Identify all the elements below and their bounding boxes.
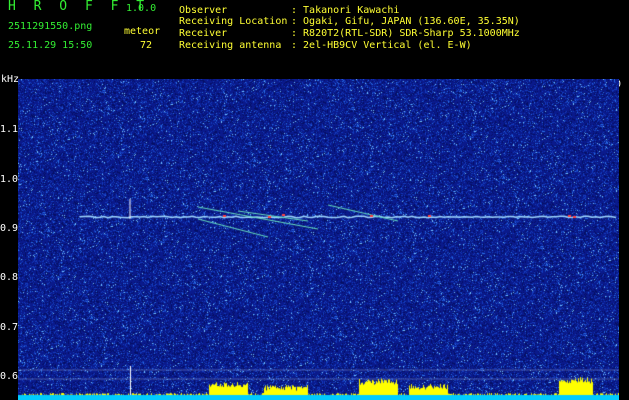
mode-label: meteor	[124, 26, 161, 37]
receiver-label: Receiver	[179, 28, 228, 39]
spectrogram-plot	[18, 79, 619, 400]
header-panel: H R O F F T 1.0.0 2511291550.png 25.11.2…	[0, 0, 629, 72]
y-tick: 0.7	[0, 322, 19, 333]
antenna-value: : 2el-HB9CV Vertical (el. E-W)	[291, 40, 472, 51]
receiver-value: : R820T2(RTL-SDR) SDR-Sharp 53.1000MHz	[291, 28, 520, 39]
version-label: 1.0.0	[126, 3, 157, 14]
y-tick: 0.6	[0, 371, 19, 382]
y-tick: 1.0	[0, 174, 19, 185]
datetime-label: 25.11.29 15:50	[8, 40, 93, 51]
filename-label: 2511291550.png	[8, 21, 93, 32]
count-label: 72	[140, 40, 153, 51]
antenna-label: Receiving antenna	[179, 40, 282, 51]
location-label: Receiving Location	[179, 16, 288, 27]
location-value: : Ogaki, Gifu, JAPAN (136.60E, 35.35N)	[291, 16, 520, 27]
y-tick: 1.1	[0, 124, 19, 135]
y-tick: 0.9	[0, 223, 19, 234]
waterfall-canvas	[18, 79, 619, 400]
y-tick: 0.8	[0, 272, 19, 283]
y-unit-label: kHz	[1, 74, 20, 85]
